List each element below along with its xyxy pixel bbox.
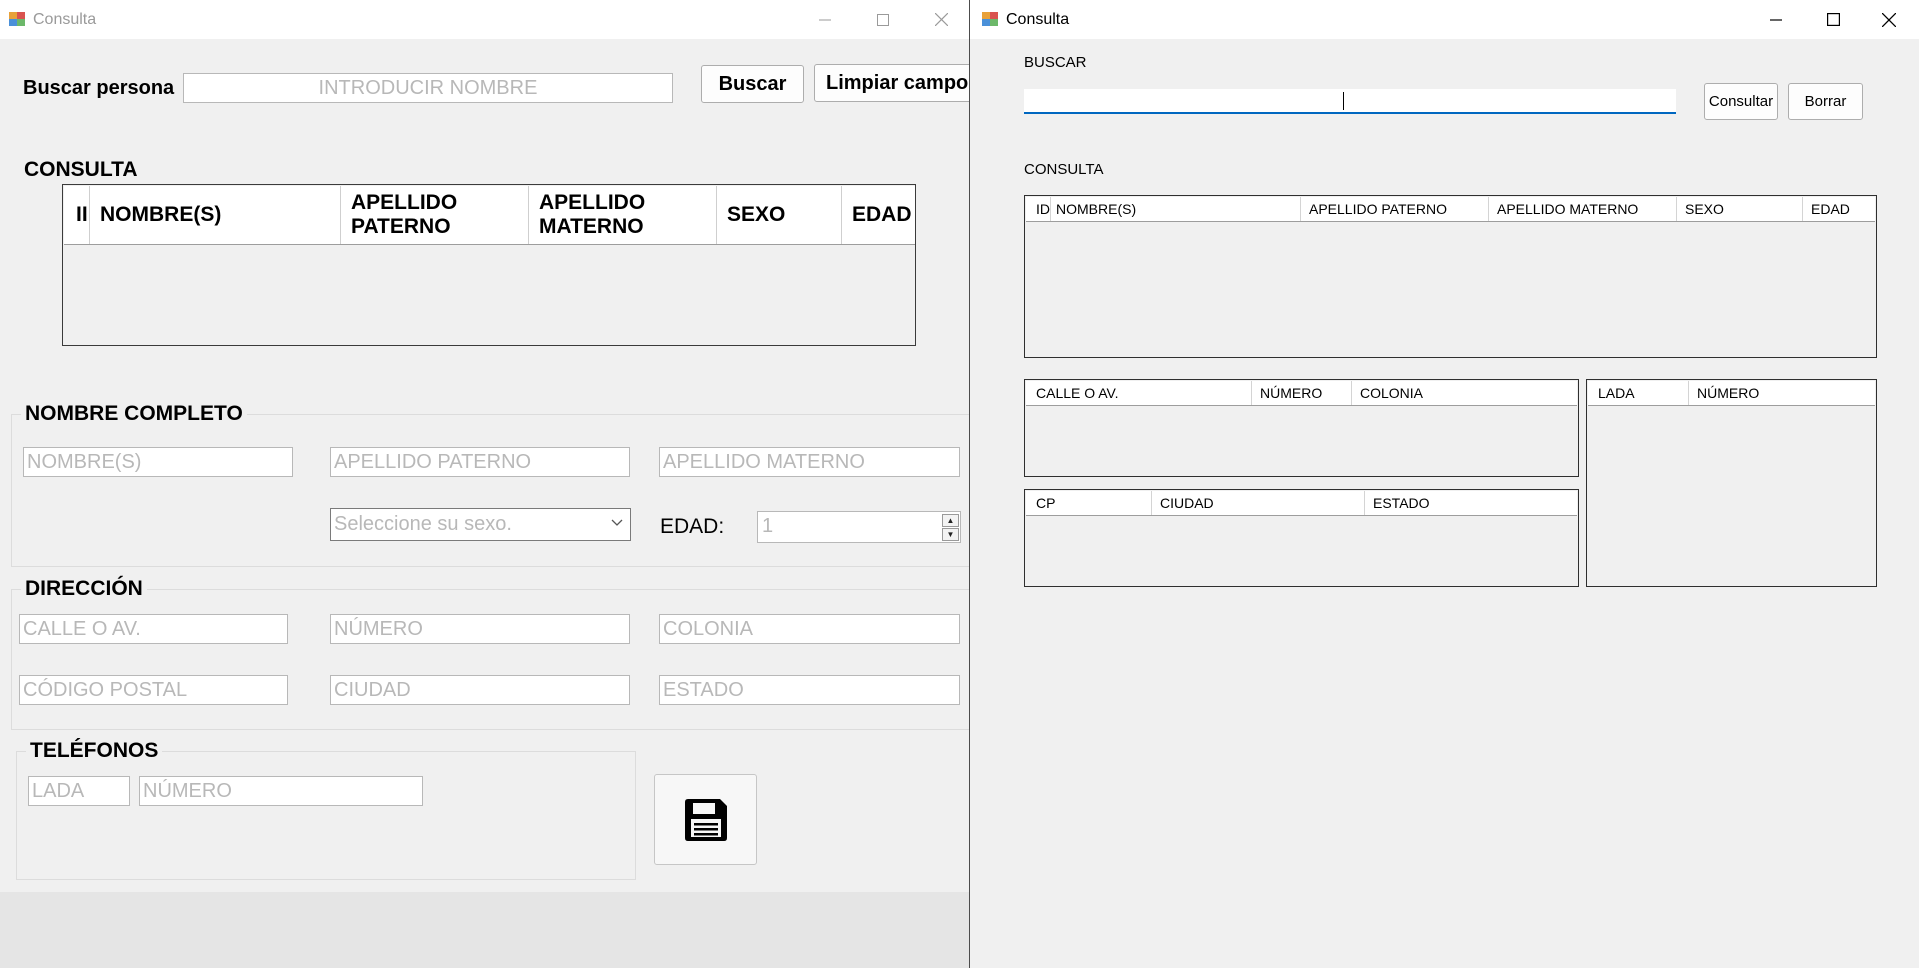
column-header-telefono-numero[interactable]: NÚMERO bbox=[1688, 381, 1877, 405]
column-header-ciudad[interactable]: CIUDAD bbox=[1151, 491, 1364, 515]
consultar-button[interactable]: Consultar bbox=[1704, 83, 1778, 120]
ciudad-grid[interactable]: CP CIUDAD ESTADO bbox=[1024, 489, 1579, 587]
grid-header: LADA NÚMERO bbox=[1588, 381, 1875, 406]
app-icon bbox=[9, 12, 25, 26]
direccion-title: DIRECCIÓN bbox=[21, 577, 147, 601]
limpiar-campos-button[interactable]: Limpiar campos bbox=[814, 64, 970, 102]
lada-input[interactable]: LADA bbox=[28, 776, 130, 806]
spin-down-button[interactable]: ▼ bbox=[942, 528, 959, 541]
buscar-persona-label: Buscar persona bbox=[23, 77, 175, 99]
column-header-colonia[interactable]: COLONIA bbox=[1351, 381, 1579, 405]
nombre-completo-group: NOMBRE COMPLETO bbox=[11, 402, 970, 567]
column-header-lada[interactable]: LADA bbox=[1588, 381, 1688, 405]
apellido-paterno-input[interactable]: APELLIDO PATERNO bbox=[330, 447, 630, 477]
close-icon bbox=[1882, 12, 1896, 27]
buscar-button[interactable]: Buscar bbox=[701, 65, 804, 103]
save-button[interactable] bbox=[654, 774, 757, 865]
text-caret bbox=[1343, 92, 1344, 110]
window-bottom-area bbox=[0, 892, 970, 968]
floppy-disk-icon bbox=[684, 798, 727, 841]
nombre-completo-title: NOMBRE COMPLETO bbox=[21, 402, 247, 426]
column-header-sexo[interactable]: SEXO bbox=[716, 186, 841, 244]
app-icon bbox=[982, 12, 998, 26]
edad-value: 1 bbox=[762, 515, 774, 537]
consulta-label: CONSULTA bbox=[1024, 161, 1104, 178]
nombre-input[interactable]: NOMBRE(S) bbox=[23, 447, 293, 477]
column-header-id[interactable]: ID bbox=[1026, 197, 1050, 221]
maximize-icon bbox=[877, 13, 889, 26]
maximize-button[interactable] bbox=[1805, 0, 1861, 39]
edad-label: EDAD: bbox=[660, 515, 725, 538]
grid-header: CP CIUDAD ESTADO bbox=[1026, 491, 1577, 516]
close-button[interactable] bbox=[1861, 0, 1917, 39]
consulta-window-background[interactable]: Consulta Buscar persona INTRODUCIR NOMBR… bbox=[0, 0, 970, 968]
column-header-id[interactable]: II bbox=[64, 186, 89, 244]
column-header-nombre[interactable]: NOMBRE(S) bbox=[1050, 197, 1300, 221]
column-header-edad[interactable]: EDAD bbox=[841, 186, 917, 244]
column-header-numero[interactable]: NÚMERO bbox=[1251, 381, 1351, 405]
buscar-label: BUSCAR bbox=[1024, 54, 1087, 71]
column-header-apellido-materno[interactable]: APELLIDO MATERNO bbox=[1488, 197, 1676, 221]
telefonos-group: TELÉFONOS bbox=[16, 739, 636, 880]
column-header-apellido-paterno[interactable]: APELLIDO PATERNO bbox=[340, 186, 528, 244]
column-header-cp[interactable]: CP bbox=[1026, 491, 1151, 515]
column-header-apellido-materno[interactable]: APELLIDO MATERNO bbox=[528, 186, 716, 244]
minimize-button[interactable] bbox=[797, 0, 853, 39]
window-title: Consulta bbox=[33, 11, 97, 28]
ciudad-input[interactable]: CIUDAD bbox=[330, 675, 630, 705]
consulta-title: CONSULTA bbox=[24, 158, 138, 181]
search-name-input[interactable]: INTRODUCIR NOMBRE bbox=[183, 73, 673, 103]
consulta-grid[interactable]: ID NOMBRE(S) APELLIDO PATERNO APELLIDO M… bbox=[1024, 195, 1877, 358]
telefonos-title: TELÉFONOS bbox=[26, 739, 163, 763]
consulta-grid[interactable]: II NOMBRE(S) APELLIDO PATERNO APELLIDO M… bbox=[62, 184, 916, 346]
sexo-select-value: Seleccione su sexo. bbox=[334, 513, 512, 535]
column-header-edad[interactable]: EDAD bbox=[1802, 197, 1877, 221]
telefonos-grid[interactable]: LADA NÚMERO bbox=[1586, 379, 1877, 587]
column-header-sexo[interactable]: SEXO bbox=[1676, 197, 1802, 221]
calle-input[interactable]: CALLE O AV. bbox=[19, 614, 288, 644]
grid-header: II NOMBRE(S) APELLIDO PATERNO APELLIDO M… bbox=[64, 186, 915, 245]
column-header-calle[interactable]: CALLE O AV. bbox=[1026, 381, 1251, 405]
close-icon bbox=[934, 13, 948, 26]
direccion-group: DIRECCIÓN bbox=[11, 577, 970, 730]
grid-header: CALLE O AV. NÚMERO COLONIA bbox=[1026, 381, 1577, 406]
buscar-input[interactable] bbox=[1024, 89, 1676, 114]
minimize-icon bbox=[819, 19, 831, 20]
telefono-numero-input[interactable]: NÚMERO bbox=[139, 776, 423, 806]
grid-header: ID NOMBRE(S) APELLIDO PATERNO APELLIDO M… bbox=[1026, 197, 1875, 222]
colonia-input[interactable]: COLONIA bbox=[659, 614, 960, 644]
estado-input[interactable]: ESTADO bbox=[659, 675, 960, 705]
apellido-materno-input[interactable]: APELLIDO MATERNO bbox=[659, 447, 960, 477]
title-bar[interactable]: Consulta bbox=[0, 0, 970, 39]
close-button[interactable] bbox=[913, 0, 969, 39]
direccion-grid[interactable]: CALLE O AV. NÚMERO COLONIA bbox=[1024, 379, 1579, 477]
minimize-button[interactable] bbox=[1748, 0, 1804, 39]
column-header-estado[interactable]: ESTADO bbox=[1364, 491, 1579, 515]
maximize-button[interactable] bbox=[855, 0, 911, 39]
spin-up-button[interactable]: ▲ bbox=[942, 514, 959, 527]
numero-input[interactable]: NÚMERO bbox=[330, 614, 630, 644]
chevron-down-icon bbox=[611, 519, 623, 526]
borrar-button[interactable]: Borrar bbox=[1788, 83, 1863, 120]
codigo-postal-input[interactable]: CÓDIGO POSTAL bbox=[19, 675, 288, 705]
maximize-icon bbox=[1826, 13, 1840, 26]
column-header-apellido-paterno[interactable]: APELLIDO PATERNO bbox=[1300, 197, 1488, 221]
minimize-icon bbox=[1770, 18, 1782, 21]
column-header-nombre[interactable]: NOMBRE(S) bbox=[89, 186, 340, 244]
edad-spinner[interactable]: 1 ▲ ▼ bbox=[757, 511, 961, 543]
consulta-window-active[interactable]: Consulta BUSCAR Consultar Borrar CONSULT… bbox=[969, 0, 1919, 968]
title-bar[interactable]: Consulta bbox=[970, 0, 1919, 39]
window-title: Consulta bbox=[1006, 11, 1070, 28]
sexo-select[interactable]: Seleccione su sexo. bbox=[330, 508, 631, 541]
